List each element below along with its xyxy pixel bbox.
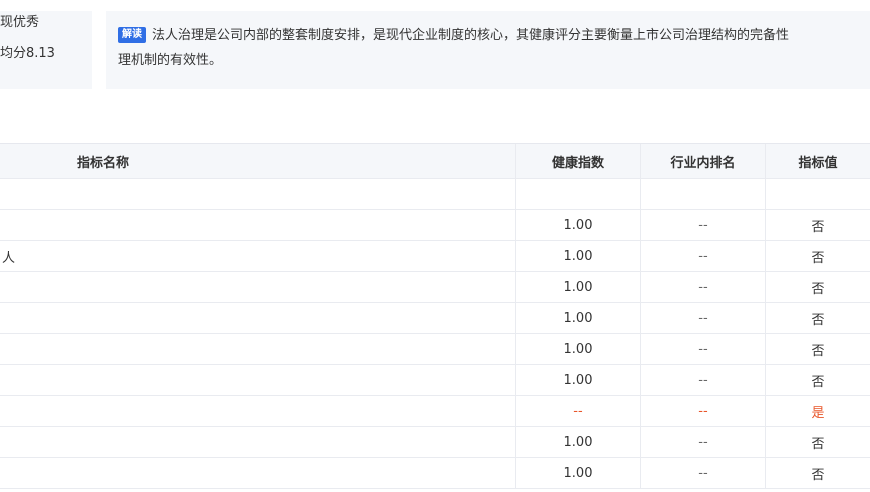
indicator-value-cell: 否: [765, 241, 870, 271]
health-index-cell: 1.00: [515, 303, 640, 333]
indicator-value-cell: 否: [765, 210, 870, 240]
interpretation-text-line1: 法人治理是公司内部的整套制度安排，是现代企业制度的核心，其健康评分主要衡量上市公…: [152, 28, 790, 43]
table-row[interactable]: 1.00 -- 否: [0, 427, 870, 458]
indicator-value-cell: 否: [765, 458, 870, 488]
health-index-cell: 1.00: [515, 334, 640, 364]
indicator-value-cell: 否: [765, 334, 870, 364]
industry-rank-cell: --: [640, 427, 765, 457]
score-summary-line1: 现优秀: [0, 15, 40, 30]
table-row[interactable]: 1.00 -- 否: [0, 303, 870, 334]
indicator-table: 指标名称 健康指数 行业内排名 指标值 1.00 -- 否人 1.00 -- 否 1.00-…: [0, 143, 870, 489]
indicator-name-cell: [0, 272, 515, 302]
indicator-value-cell: 否: [765, 365, 870, 395]
table-header-row: 指标名称 健康指数 行业内排名 指标值: [0, 144, 870, 179]
header-indicator-name: 指标名称: [77, 155, 130, 171]
indicator-name-cell: [0, 334, 515, 364]
header-industry-rank[interactable]: 行业内排名: [640, 144, 765, 178]
industry-rank-cell: --: [640, 458, 765, 488]
industry-rank-cell: --: [640, 303, 765, 333]
health-index-cell: --: [515, 396, 640, 426]
indicator-name-cell: [0, 396, 515, 426]
indicator-value-cell: 否: [765, 272, 870, 302]
industry-rank-cell: --: [640, 241, 765, 271]
indicator-name-cell: [0, 427, 515, 457]
health-index-cell: [515, 179, 640, 209]
header-indicator-value: 指标值: [765, 144, 870, 178]
industry-rank-cell: --: [640, 396, 765, 426]
table-row[interactable]: 1.00 -- 否: [0, 210, 870, 241]
indicator-name-cell: [0, 365, 515, 395]
indicator-value-cell: 是: [765, 396, 870, 426]
table-row[interactable]: 1.00 -- 否: [0, 365, 870, 396]
table-row[interactable]: -- -- 是: [0, 396, 870, 427]
table-row[interactable]: 1.00 -- 否: [0, 334, 870, 365]
industry-rank-cell: --: [640, 334, 765, 364]
indicator-value-cell: [765, 179, 870, 209]
interpretation-panel: 解读 法人治理是公司内部的整套制度安排，是现代企业制度的核心，其健康评分主要衡量…: [106, 11, 870, 89]
indicator-name-cell: [0, 458, 515, 488]
health-index-cell: 1.00: [515, 427, 640, 457]
industry-rank-cell: --: [640, 272, 765, 302]
table-row[interactable]: [0, 179, 870, 210]
indicator-name-cell: [0, 303, 515, 333]
health-index-cell: 1.00: [515, 272, 640, 302]
header-health-index[interactable]: 健康指数: [515, 144, 640, 178]
health-index-cell: 1.00: [515, 458, 640, 488]
indicator-name-cell: [0, 210, 515, 240]
industry-rank-cell: [640, 179, 765, 209]
industry-rank-cell: --: [640, 210, 765, 240]
industry-rank-cell: --: [640, 365, 765, 395]
health-index-cell: 1.00: [515, 365, 640, 395]
table-body: 1.00 -- 否人 1.00 -- 否 1.00 -- 否 1.00 -- 否 1.00 -- 否 1.00…: [0, 179, 870, 489]
table-row[interactable]: 1.00 -- 否: [0, 272, 870, 303]
indicator-name-cell: [0, 179, 515, 209]
indicator-value-cell: 否: [765, 427, 870, 457]
table-row[interactable]: 人 1.00 -- 否: [0, 241, 870, 272]
indicator-value-cell: 否: [765, 303, 870, 333]
health-index-cell: 1.00: [515, 210, 640, 240]
indicator-name-cell: 人: [2, 250, 16, 266]
health-index-cell: 1.00: [515, 241, 640, 271]
interpretation-badge: 解读: [118, 27, 146, 43]
table-row[interactable]: 1.00 -- 否: [0, 458, 870, 489]
score-summary-average: 均分8.13: [0, 46, 55, 61]
interpretation-text-line2: 理机制的有效性。: [118, 53, 223, 68]
